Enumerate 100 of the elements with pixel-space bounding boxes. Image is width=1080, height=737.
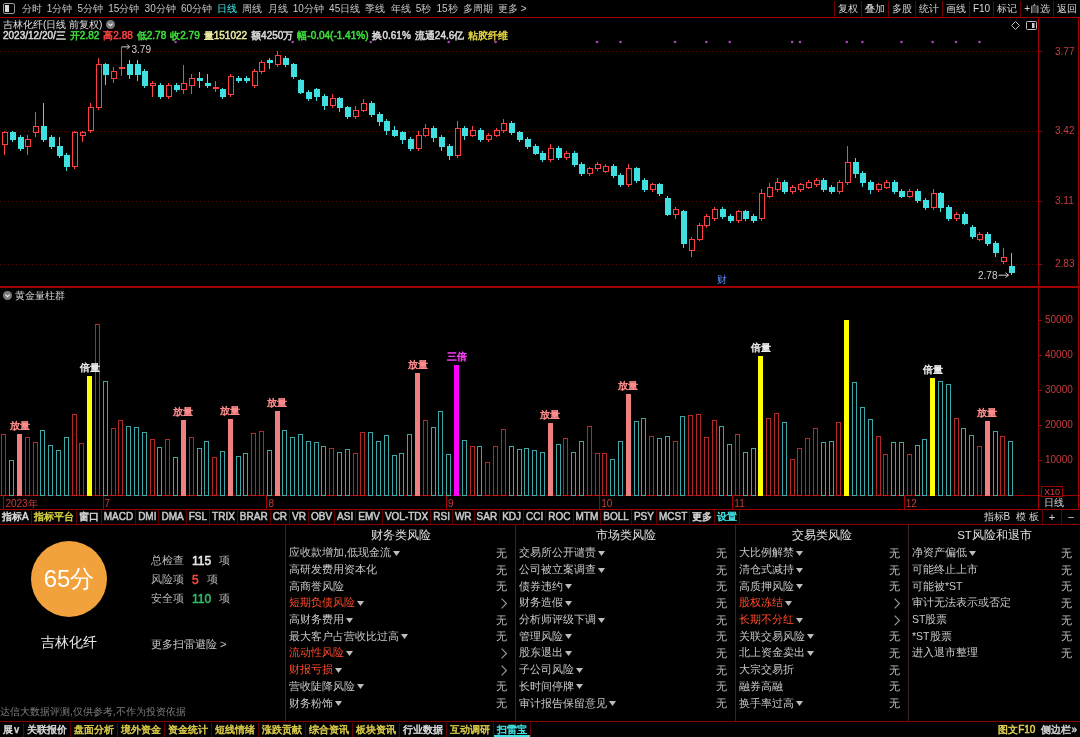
- bottom-tab[interactable]: 互动调研: [447, 722, 495, 737]
- risk-item-label[interactable]: 大宗交易折: [739, 663, 794, 678]
- risk-item-label[interactable]: 高商誉风险: [289, 579, 344, 594]
- risk-item-label[interactable]: 最大客户占营收比过高: [289, 629, 399, 644]
- risk-item-label[interactable]: 长期不分红: [739, 613, 794, 628]
- risk-item-label[interactable]: 可能终止上市: [912, 563, 978, 578]
- indicator-tab[interactable]: WR: [452, 510, 475, 524]
- period-tab[interactable]: 10分钟: [290, 0, 327, 17]
- caret-down-icon[interactable]: [346, 650, 353, 656]
- risk-item-label[interactable]: ST股票: [912, 613, 948, 628]
- chevron-right-icon[interactable]: [501, 597, 507, 609]
- indicator-tab[interactable]: BRAR: [237, 510, 271, 524]
- indicator-tab[interactable]: 窗口: [76, 510, 102, 524]
- risk-item-label[interactable]: 短期负债风险: [289, 596, 355, 611]
- bottom-tab[interactable]: 综合资讯: [306, 722, 354, 737]
- caret-down-icon[interactable]: [565, 634, 572, 640]
- caret-down-icon[interactable]: [598, 567, 605, 573]
- panel-button[interactable]: 图文F10: [995, 722, 1039, 737]
- risk-item-label[interactable]: 可能被*ST: [912, 579, 963, 594]
- chevron-circle-icon[interactable]: [106, 20, 116, 29]
- caret-down-icon[interactable]: [969, 550, 976, 556]
- indicator-tab[interactable]: OBV: [309, 510, 336, 524]
- indicator-button[interactable]: 指标B: [980, 510, 1014, 524]
- indicator-tab[interactable]: MTM: [573, 510, 602, 524]
- toolbar-button[interactable]: 多股: [887, 0, 915, 17]
- bottom-tab[interactable]: 扫雷宝: [494, 722, 532, 737]
- indicator-tab[interactable]: MACD: [101, 510, 137, 524]
- caret-down-icon[interactable]: [796, 550, 803, 556]
- period-tab[interactable]: 45日线: [326, 0, 363, 17]
- indicator-tab[interactable]: MCST: [656, 510, 691, 524]
- risk-item-label[interactable]: 高研发费用资本化: [289, 563, 377, 578]
- risk-item-label[interactable]: 债券违约: [519, 579, 563, 594]
- indicator-tab[interactable]: KDJ: [500, 510, 525, 524]
- risk-item-label[interactable]: 长时间停牌: [519, 679, 574, 694]
- indicator-tab[interactable]: 设置: [715, 510, 741, 524]
- risk-item-label[interactable]: 净资产偏低: [912, 546, 967, 561]
- bottom-tab[interactable]: 盘面分析: [71, 722, 119, 737]
- risk-item-label[interactable]: 大比例解禁: [739, 546, 794, 561]
- risk-item-label[interactable]: 公司被立案调查: [519, 563, 596, 578]
- risk-item-label[interactable]: 关联交易风险: [739, 629, 805, 644]
- toolbar-button[interactable]: 统计: [914, 0, 942, 17]
- bottom-tab[interactable]: 资金统计: [165, 722, 213, 737]
- caret-down-icon[interactable]: [785, 600, 792, 606]
- risk-item-label[interactable]: 高财务费用: [289, 613, 344, 628]
- period-tab[interactable]: 日线: [214, 0, 240, 17]
- indicator-tab[interactable]: CCI: [524, 510, 547, 524]
- risk-item-label[interactable]: 清仓式减持: [739, 563, 794, 578]
- indicator-tab[interactable]: BOLL: [601, 510, 632, 524]
- risk-item-label[interactable]: 审计报告保留意见: [519, 696, 607, 711]
- risk-item-label[interactable]: 股东退出: [519, 646, 563, 661]
- indicator-tab[interactable]: DMA: [159, 510, 187, 524]
- toolbar-button[interactable]: 画线: [941, 0, 969, 17]
- period-tab[interactable]: 月线: [265, 0, 291, 17]
- panel-icon[interactable]: [1026, 21, 1037, 30]
- chevron-circle-icon[interactable]: [3, 291, 12, 300]
- caret-down-icon[interactable]: [807, 634, 814, 640]
- period-tab[interactable]: 多周期: [460, 0, 496, 17]
- risk-item-label[interactable]: 应收款增加,低现金流: [289, 546, 391, 561]
- indicator-tab[interactable]: DMI: [136, 510, 160, 524]
- indicator-tab[interactable]: 指标A: [0, 510, 32, 524]
- toolbar-button[interactable]: 复权: [833, 0, 861, 17]
- chevron-right-icon[interactable]: [501, 647, 507, 659]
- toolbar-button[interactable]: +自选: [1020, 0, 1053, 17]
- risk-item-label[interactable]: *ST股票: [912, 629, 952, 644]
- risk-item-label[interactable]: 进入退市整理: [912, 646, 978, 661]
- indicator-tab[interactable]: RSI: [431, 510, 453, 524]
- caret-down-icon[interactable]: [357, 684, 364, 690]
- indicator-tab[interactable]: ROC: [546, 510, 574, 524]
- caret-down-icon[interactable]: [401, 634, 408, 640]
- diamond-icon[interactable]: [1011, 21, 1020, 30]
- bottom-tab[interactable]: 行业数据: [400, 722, 448, 737]
- indicator-tab[interactable]: VOL-TDX: [382, 510, 432, 524]
- risk-item-label[interactable]: 审计无法表示或否定: [912, 596, 1011, 611]
- risk-item-label[interactable]: 高质押风险: [739, 579, 794, 594]
- caret-down-icon[interactable]: [346, 617, 353, 623]
- bottom-tab[interactable]: 境外资金: [118, 722, 166, 737]
- indicator-tab[interactable]: FSL: [186, 510, 211, 524]
- caret-down-icon[interactable]: [335, 701, 342, 707]
- period-tab[interactable]: 15分钟: [105, 0, 142, 17]
- risk-item-label[interactable]: 交易所公开谴责: [519, 546, 596, 561]
- chevron-right-icon[interactable]: [501, 664, 507, 676]
- more-menu[interactable]: 更多 >: [495, 0, 530, 17]
- indicator-tab[interactable]: VR: [290, 510, 309, 524]
- caret-down-icon[interactable]: [598, 550, 605, 556]
- risk-item-label[interactable]: 融券高融: [739, 679, 783, 694]
- risk-item-label[interactable]: 子公司风险: [519, 663, 574, 678]
- risk-item-label[interactable]: 股权冻结: [739, 596, 783, 611]
- risk-item-label[interactable]: 北上资金卖出: [739, 646, 805, 661]
- period-tab[interactable]: 季线: [362, 0, 388, 17]
- caret-down-icon[interactable]: [357, 600, 364, 606]
- indicator-tab[interactable]: 更多: [690, 510, 716, 524]
- caret-down-icon[interactable]: [565, 650, 572, 656]
- caret-down-icon[interactable]: [796, 701, 803, 707]
- caret-down-icon[interactable]: [807, 650, 814, 656]
- caret-down-icon[interactable]: [565, 584, 572, 590]
- bottom-tab[interactable]: 涨跌贡献: [259, 722, 307, 737]
- period-tab[interactable]: 5秒: [413, 0, 434, 17]
- period-tab[interactable]: 年线: [388, 0, 414, 17]
- risk-item-label[interactable]: 分析师评级下调: [519, 613, 596, 628]
- risk-item-label[interactable]: 换手率过高: [739, 696, 794, 711]
